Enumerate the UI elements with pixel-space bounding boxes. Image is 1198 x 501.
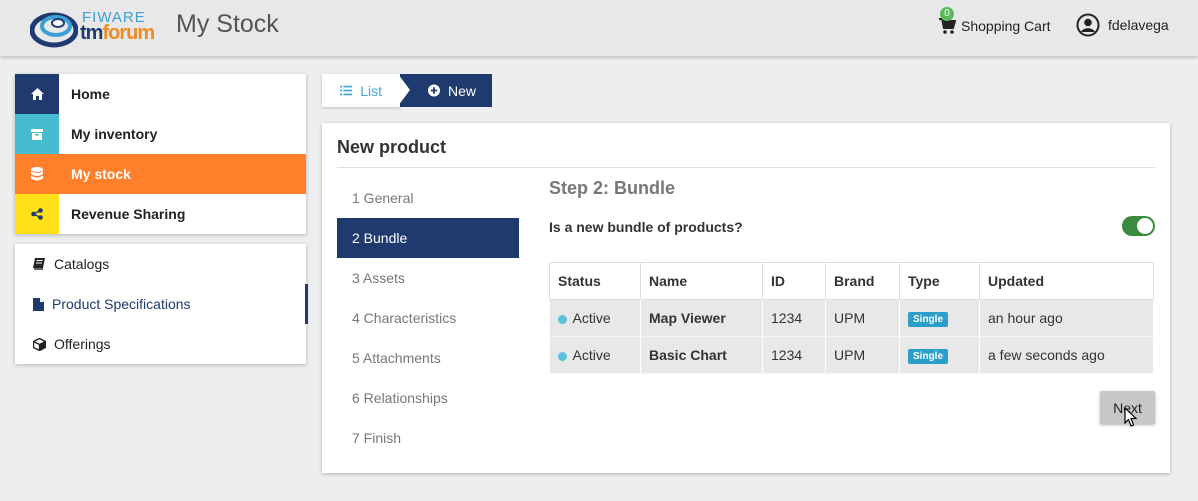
status-dot-icon	[557, 351, 567, 361]
submenu-label: Offerings	[54, 336, 111, 352]
step-general[interactable]: 1 General	[337, 178, 519, 218]
database-icon	[15, 154, 59, 194]
step-bundle[interactable]: 2 Bundle	[337, 218, 519, 258]
step-attachments[interactable]: 5 Attachments	[337, 338, 519, 378]
user-circle-icon	[1076, 13, 1100, 37]
user-menu[interactable]: fdelavega	[1076, 12, 1169, 38]
logo-tmforum-text: tmforum	[80, 22, 155, 44]
crumb-new-label: New	[447, 82, 476, 99]
menu-label: My stock	[71, 166, 131, 182]
brand-cell: UPM	[825, 299, 900, 337]
name-cell: Map Viewer	[640, 299, 763, 337]
cart-icon: 0	[938, 7, 957, 35]
share-icon	[15, 194, 59, 234]
crumb-list-tab[interactable]: List	[322, 74, 400, 107]
step-title: Step 2: Bundle	[549, 178, 676, 198]
column-header-type[interactable]: Type	[899, 262, 980, 300]
username: fdelavega	[1108, 17, 1169, 33]
plus-circle-icon	[428, 84, 440, 97]
step-characteristics[interactable]: 4 Characteristics	[337, 298, 519, 338]
column-header-id[interactable]: ID	[762, 262, 826, 300]
shopping-cart-link[interactable]: 0 Shopping Cart	[938, 7, 1051, 38]
submenu-item-offerings[interactable]: Offerings	[15, 324, 306, 364]
menu-item-home[interactable]: Home	[15, 74, 306, 114]
name-cell: Basic Chart	[640, 336, 763, 374]
file-icon	[33, 297, 44, 311]
crumb-arrow	[398, 74, 410, 106]
status-cell: Active	[549, 299, 641, 337]
toggle-knob	[1137, 218, 1153, 234]
menu-item-inventory[interactable]: My inventory	[15, 114, 306, 154]
table-row[interactable]: Active Basic Chart 1234 UPM Single a few…	[549, 336, 1154, 374]
menu-label: Home	[71, 86, 110, 102]
status-dot-icon	[557, 314, 567, 324]
step-assets[interactable]: 3 Assets	[337, 258, 519, 298]
type-badge: Single	[908, 349, 949, 364]
column-header-brand[interactable]: Brand	[825, 262, 900, 300]
type-cell: Single	[899, 336, 980, 374]
cart-count-badge: 0	[940, 7, 954, 21]
fiware-tmforum-logo[interactable]: FIWARE tmforum	[30, 6, 170, 48]
column-header-name[interactable]: Name	[640, 262, 763, 300]
submenu-item-product-specifications[interactable]: Product Specifications	[15, 284, 308, 324]
stock-submenu: Catalogs Product Specifications Offering…	[15, 244, 308, 364]
step-finish[interactable]: 7 Finish	[337, 418, 519, 458]
submenu-item-catalogs[interactable]: Catalogs	[15, 244, 306, 284]
step-relationships[interactable]: 6 Relationships	[337, 378, 519, 418]
id-cell: 1234	[762, 336, 826, 374]
wizard-steps: 1 General 2 Bundle 3 Assets 4 Characteri…	[337, 178, 519, 458]
cube-icon	[33, 337, 46, 351]
column-header-status[interactable]: Status	[549, 262, 641, 300]
app-title: My Stock	[176, 10, 279, 38]
type-badge: Single	[908, 312, 949, 327]
menu-item-stock[interactable]: My stock	[15, 154, 306, 194]
panel-title: New product	[337, 137, 447, 157]
main-menu: Home My inventory My stock Revenue Shari…	[15, 74, 306, 234]
bundle-products-table: Status Name ID Brand Type Updated Active…	[549, 262, 1154, 374]
table-row[interactable]: Active Map Viewer 1234 UPM Single an hou…	[549, 299, 1154, 337]
updated-cell: an hour ago	[979, 299, 1154, 337]
crumb-new-tab[interactable]: New	[400, 74, 492, 107]
breadcrumb: List New	[322, 74, 492, 107]
menu-label: Revenue Sharing	[71, 206, 186, 222]
bundle-question-label: Is a new bundle of products?	[549, 219, 743, 235]
updated-cell: a few seconds ago	[979, 336, 1154, 374]
cart-label: Shopping Cart	[961, 18, 1051, 34]
submenu-label: Product Specifications	[52, 296, 191, 312]
mouse-pointer-icon	[1124, 407, 1138, 427]
archive-icon	[15, 114, 59, 154]
status-cell: Active	[549, 336, 641, 374]
menu-label: My inventory	[71, 126, 158, 142]
crumb-list-label: List	[360, 82, 382, 99]
top-bar: FIWARE tmforum My Stock 0 Shopping Cart …	[0, 0, 1198, 56]
menu-item-revenue-sharing[interactable]: Revenue Sharing	[15, 194, 306, 234]
type-cell: Single	[899, 299, 980, 337]
home-icon	[15, 74, 59, 114]
id-cell: 1234	[762, 299, 826, 337]
new-product-panel: New product 1 General 2 Bundle 3 Assets …	[322, 123, 1170, 473]
bundle-toggle[interactable]	[1122, 216, 1155, 236]
list-icon	[340, 85, 353, 96]
logo-swirl-icon	[30, 12, 78, 48]
column-header-updated[interactable]: Updated	[979, 262, 1154, 300]
brand-cell: UPM	[825, 336, 900, 374]
book-icon	[33, 258, 45, 270]
table-header-row: Status Name ID Brand Type Updated	[549, 262, 1154, 300]
submenu-label: Catalogs	[54, 256, 110, 272]
divider	[337, 167, 1155, 168]
